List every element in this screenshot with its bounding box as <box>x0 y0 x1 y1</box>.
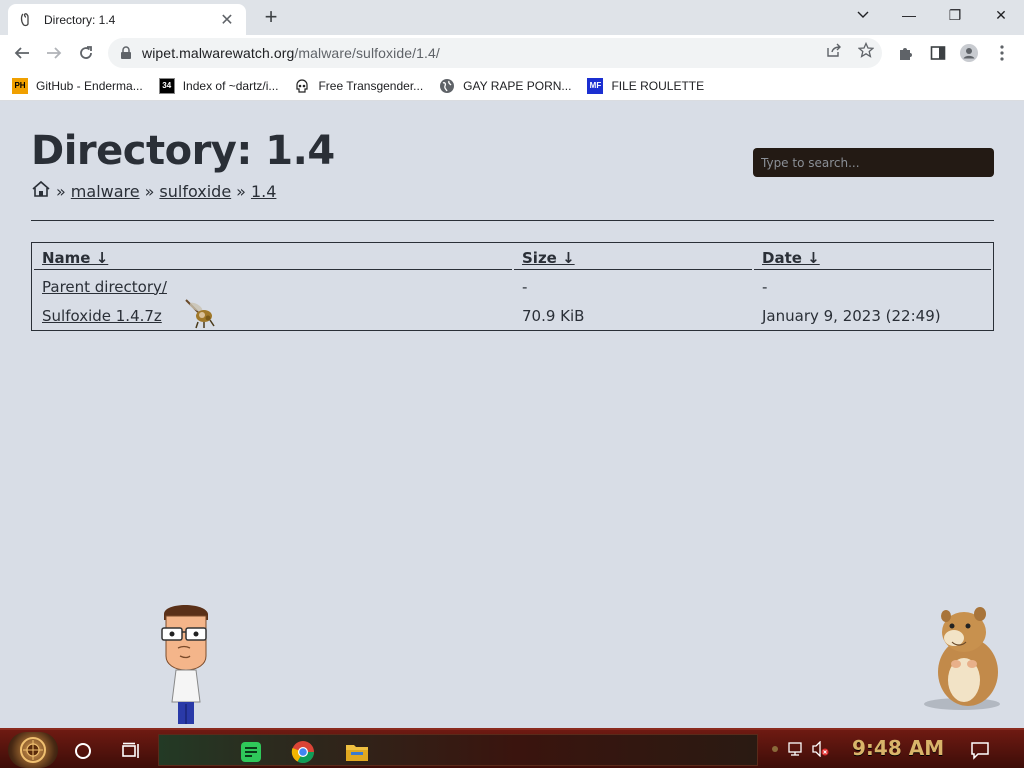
url-path: /malware/sulfoxide/1.4/ <box>294 45 440 61</box>
bookmark-label: GitHub - Enderma... <box>36 78 143 93</box>
bookmark-file-roulette[interactable]: MF FILE ROULETTE <box>587 77 705 94</box>
table-row: Sulfoxide 1.4.7z 70.9 KiB January 9, 202… <box>34 301 991 328</box>
index-favicon-icon: 34 <box>158 77 175 94</box>
minimize-button[interactable]: — <box>886 0 932 30</box>
sort-by-date-link[interactable]: Date ↓ <box>762 249 820 267</box>
extensions-puzzle-icon[interactable] <box>897 44 915 62</box>
bookmark-label: Index of ~dartz/i... <box>182 78 279 93</box>
share-icon[interactable] <box>826 42 842 58</box>
bookmark-index-dartz[interactable]: 34 Index of ~dartz/i... <box>158 77 279 94</box>
breadcrumb-sulfoxide[interactable]: sulfoxide <box>159 182 231 201</box>
tab-close-icon[interactable]: ✕ <box>218 10 236 30</box>
new-tab-button[interactable]: + <box>259 5 283 29</box>
breadcrumb-malware[interactable]: malware <box>71 182 140 201</box>
reload-icon[interactable] <box>72 39 100 67</box>
search-input[interactable] <box>753 148 994 177</box>
breadcrumb-current[interactable]: 1.4 <box>251 182 276 201</box>
cell-size: - <box>522 277 528 296</box>
table-row: Parent directory/ - - <box>34 272 991 299</box>
search-circle-icon[interactable] <box>68 736 98 766</box>
header-size: Size ↓ <box>514 245 752 270</box>
window-close-button[interactable]: ✕ <box>978 0 1024 30</box>
parent-directory-link[interactable]: Parent directory/ <box>42 278 167 296</box>
bookmark-github[interactable]: PH GitHub - Enderma... <box>12 77 143 94</box>
profile-avatar-icon[interactable] <box>960 44 978 62</box>
table-header-row: Name ↓ Size ↓ Date ↓ <box>34 245 991 270</box>
notification-center-icon[interactable] <box>970 740 990 760</box>
url-text: wipet.malwarewatch.org/malware/sulfoxide… <box>142 45 440 61</box>
sort-by-size-link[interactable]: Size ↓ <box>522 249 575 267</box>
task-view-icon[interactable] <box>116 736 146 766</box>
breadcrumb-separator: » <box>144 181 155 201</box>
header-name: Name ↓ <box>34 245 512 270</box>
bookmark-free-transgender[interactable]: Free Transgender... <box>294 78 423 94</box>
lock-icon[interactable] <box>120 46 134 60</box>
tray-chevron-icon[interactable] <box>766 740 784 758</box>
mouse-cursor-icon <box>184 298 218 330</box>
url-host: wipet.malwarewatch.org <box>142 45 295 61</box>
page-title: Directory: 1.4 <box>31 128 335 174</box>
house-icon <box>31 180 51 202</box>
file-link[interactable]: Sulfoxide 1.4.7z <box>42 307 162 325</box>
bookmark-label: FILE ROULETTE <box>611 78 705 93</box>
start-orb-button[interactable] <box>8 732 58 768</box>
mf-logo-icon: MF <box>587 77 604 94</box>
address-bar[interactable]: wipet.malwarewatch.org/malware/sulfoxide… <box>108 38 882 68</box>
notes-app-icon[interactable] <box>236 737 266 767</box>
tab-search-chevron-icon[interactable] <box>840 0 886 30</box>
breadcrumb: » malware » sulfoxide » 1.4 <box>31 180 276 202</box>
file-explorer-icon[interactable] <box>342 737 372 767</box>
tab-title: Directory: 1.4 <box>44 12 116 27</box>
cell-date: - <box>762 277 768 296</box>
tab-directory[interactable]: Directory: 1.4 ✕ <box>8 4 246 35</box>
forward-arrow-icon[interactable] <box>40 39 68 67</box>
cell-date: January 9, 2023 (22:49) <box>762 306 941 325</box>
hank-character-image <box>156 600 216 726</box>
bookmark-gay-rape-porn[interactable]: GAY RAPE PORN... <box>439 78 571 94</box>
tab-strip: Directory: 1.4 ✕ + — ❐ ✕ <box>0 0 1024 35</box>
page-content: Directory: 1.4 » malware » sulfoxide » 1… <box>0 102 1024 728</box>
taskbar-clock[interactable]: 9:48 AM <box>852 736 944 760</box>
ph-logo-icon: PH <box>12 77 28 94</box>
divider <box>31 220 994 221</box>
breadcrumb-separator: » <box>56 181 66 201</box>
cell-size: 70.9 KiB <box>522 306 585 325</box>
volume-muted-icon[interactable] <box>812 740 830 758</box>
taskbar: 9:48 AM <box>0 728 1024 768</box>
hamster-image <box>922 604 1008 712</box>
network-icon[interactable] <box>788 740 806 758</box>
chrome-icon[interactable] <box>288 737 318 767</box>
bookmark-label: GAY RAPE PORN... <box>463 78 572 93</box>
breadcrumb-separator: » <box>236 181 246 201</box>
bookmark-star-icon[interactable] <box>858 42 874 58</box>
browser-toolbar: wipet.malwarewatch.org/malware/sulfoxide… <box>0 35 1024 71</box>
cell-name: Sulfoxide 1.4.7z <box>34 301 512 328</box>
file-listing-table: Name ↓ Size ↓ Date ↓ Parent directory/ -… <box>31 242 994 331</box>
cell-name: Parent directory/ <box>34 272 512 299</box>
home-link[interactable] <box>31 180 51 202</box>
skull-icon <box>294 78 310 94</box>
sort-by-name-link[interactable]: Name ↓ <box>42 249 108 267</box>
back-arrow-icon[interactable] <box>8 39 36 67</box>
side-panel-icon[interactable] <box>929 44 947 62</box>
tab-favicon-icon <box>18 12 34 28</box>
globe-icon <box>439 78 455 94</box>
bookmarks-bar: PH GitHub - Enderma... 34 Index of ~dart… <box>0 71 1024 101</box>
menu-kebab-icon[interactable] <box>993 44 1011 62</box>
maximize-button[interactable]: ❐ <box>932 0 978 30</box>
bookmark-label: Free Transgender... <box>318 78 424 93</box>
header-date: Date ↓ <box>754 245 991 270</box>
